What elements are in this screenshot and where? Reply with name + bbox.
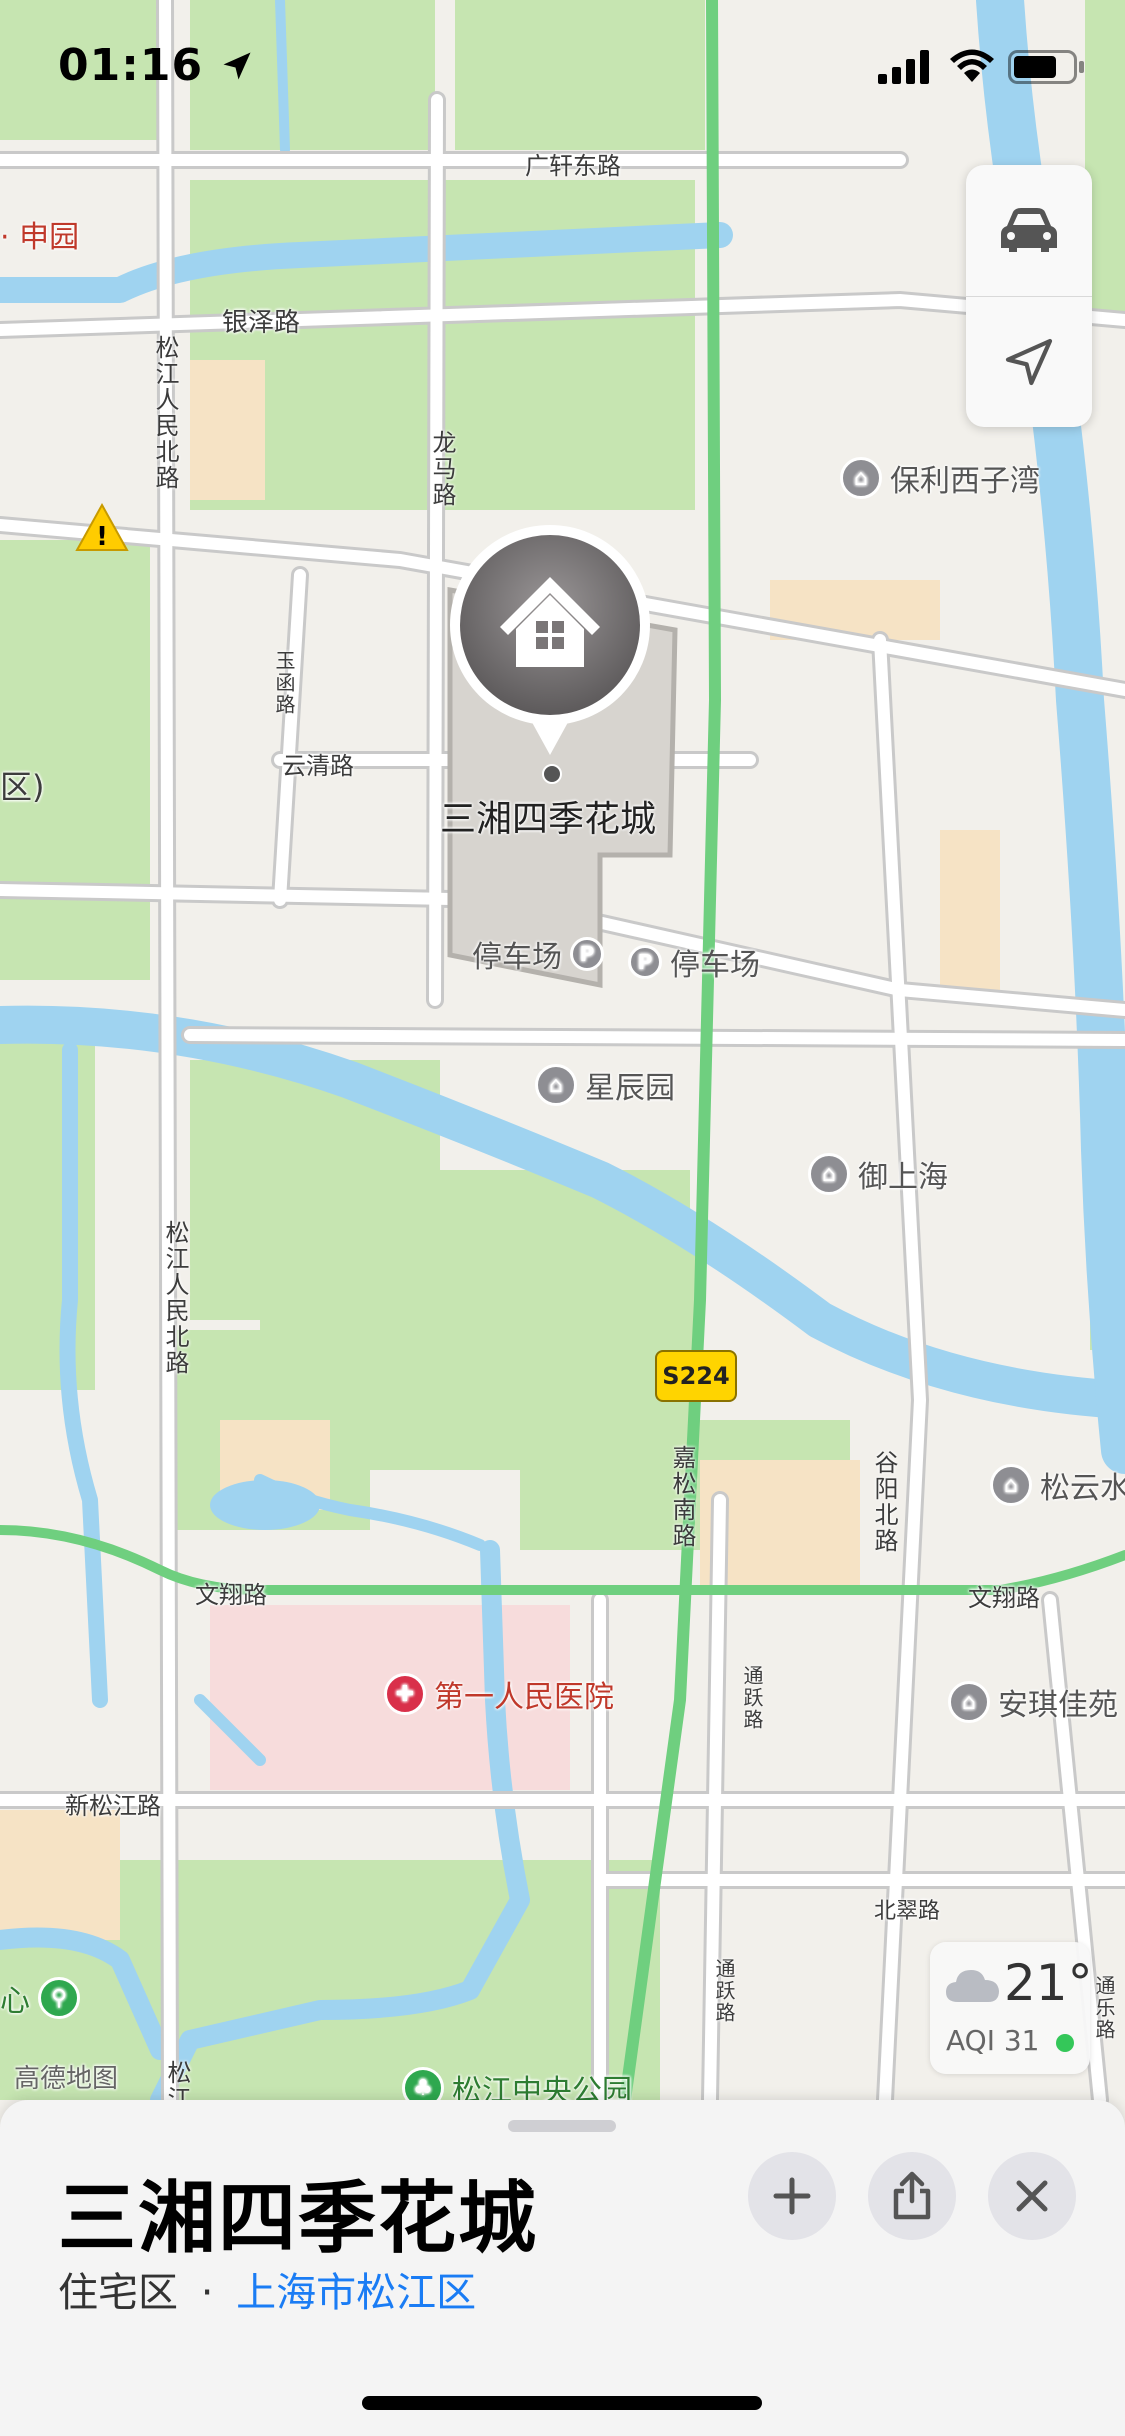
road-label-new-songjiang: 新松江路 xyxy=(65,1792,161,1820)
home-indicator xyxy=(362,2396,762,2410)
road-label-tongyue: 通跃路 xyxy=(740,1665,764,1731)
place-sheet[interactable]: 三湘四季花城 住宅区 · 上海市松江区 xyxy=(0,2100,1125,2436)
road-label-yinze: 银泽路 xyxy=(222,308,301,338)
road-label-guyang-north: 谷阳北路 xyxy=(870,1450,898,1554)
place-subtitle: 住宅区 · 上海市松江区 xyxy=(58,2260,476,2318)
share-button[interactable] xyxy=(868,2152,956,2240)
status-bar: 01:16 xyxy=(0,0,1125,130)
house-icon: ⌂ xyxy=(840,457,882,499)
road-label-songjiang-renmin-north: 松江人民北路 xyxy=(161,1220,189,1376)
place-title: 三湘四季花城 xyxy=(58,2174,539,2264)
road-label-longma: 龙马路 xyxy=(428,430,456,508)
poi-songyun[interactable]: ⌂ 松云水 xyxy=(990,1463,1125,1507)
wifi-icon xyxy=(950,49,994,82)
runner-icon: ⚲ xyxy=(38,1977,80,2019)
pin-shape xyxy=(450,525,650,755)
add-button[interactable] xyxy=(748,2152,836,2240)
cloud-icon xyxy=(946,1970,999,2002)
road-label-wenxiang: 文翔路 xyxy=(968,1584,1040,1612)
svg-text:!: ! xyxy=(96,522,108,552)
poi-xingchen[interactable]: ⌂ 星辰园 xyxy=(535,1063,675,1107)
poi-label: 第一人民医院 xyxy=(434,1680,614,1715)
place-category: 住宅区 xyxy=(58,2270,178,2316)
selected-pin[interactable] xyxy=(450,525,650,775)
house-icon: ⌂ xyxy=(535,1064,577,1106)
place-location-link[interactable]: 上海市松江区 xyxy=(236,2270,476,2316)
poi-label: 松云水 xyxy=(1040,1471,1125,1506)
road-label-beicui: 北翠路 xyxy=(874,1899,941,1924)
transport-mode-button[interactable] xyxy=(966,165,1092,295)
close-icon xyxy=(1016,2180,1048,2212)
poi-label: 停车场 xyxy=(472,940,562,975)
locate-me-button[interactable] xyxy=(966,297,1092,427)
car-icon xyxy=(1001,208,1057,252)
poi-yushanghai[interactable]: ⌂ 御上海 xyxy=(808,1152,948,1196)
poi-poly-xizi[interactable]: ⌂ 保利西子湾 xyxy=(840,456,1040,500)
subtitle-separator: · xyxy=(200,2270,214,2316)
poi-label: 停车场 xyxy=(670,948,760,983)
poi-center-fragment[interactable]: 心 ⚲ xyxy=(0,1976,80,2020)
poi-label: 星辰园 xyxy=(585,1071,675,1106)
sheet-grabber[interactable] xyxy=(508,2120,616,2132)
place-label-district-fragment: 区) xyxy=(0,768,45,806)
poi-parking[interactable]: 停车场 P xyxy=(472,932,604,976)
poi-label: 心 xyxy=(0,1984,30,2019)
selected-pin-label[interactable]: 三湘四季花城 xyxy=(440,790,656,842)
status-time-text: 01:16 xyxy=(58,40,204,91)
place-label-shenyuan-text: 申园 xyxy=(19,220,80,255)
battery-icon xyxy=(1008,50,1084,84)
location-arrow-icon xyxy=(223,52,251,80)
highway-badge: S224 xyxy=(655,1350,737,1402)
house-icon: ⌂ xyxy=(808,1153,850,1195)
map-watermark: 高德地图 xyxy=(14,2064,119,2094)
weather-temperature: 21° xyxy=(1004,1954,1093,2012)
poi-label: 安琪佳苑 xyxy=(998,1688,1118,1723)
poi-label: 保利西子湾 xyxy=(890,464,1040,499)
parking-icon: P xyxy=(628,945,662,979)
hospital-icon: ✚ xyxy=(384,1673,426,1715)
poi-label: 御上海 xyxy=(858,1160,948,1195)
road-label-guangxuan-east: 广轩东路 xyxy=(525,152,621,180)
road-label-wenxiang: 文翔路 xyxy=(195,1581,267,1609)
road-label-tongle: 通乐路 xyxy=(1092,1975,1116,2041)
close-button[interactable] xyxy=(988,2152,1076,2240)
house-icon: ⌂ xyxy=(990,1464,1032,1506)
map-controls xyxy=(966,165,1092,427)
status-time: 01:16 xyxy=(58,40,255,91)
location-arrow-icon xyxy=(1005,338,1053,386)
poi-hospital[interactable]: ✚ 第一人民医院 xyxy=(384,1672,614,1716)
place-label-shenyuan[interactable]: · 申园 xyxy=(0,212,79,256)
poi-anqi[interactable]: ⌂ 安琪佳苑 xyxy=(948,1680,1118,1724)
weather-aqi: AQI 31 xyxy=(946,2024,1040,2057)
road-label-jiasong-south: 嘉松南路 xyxy=(668,1445,696,1549)
road-label-yuhan: 玉函路 xyxy=(272,650,296,716)
weather-widget[interactable]: 21° AQI 31 xyxy=(930,1942,1093,2074)
share-icon xyxy=(893,2171,931,2220)
house-icon: ⌂ xyxy=(948,1681,990,1723)
road-label-songjiang-renmin-north: 松江人民北路 xyxy=(151,335,179,491)
aqi-status-dot xyxy=(1056,2034,1074,2052)
plus-icon xyxy=(773,2177,811,2215)
parking-icon: P xyxy=(570,937,604,971)
road-label-tongyue: 通跃路 xyxy=(712,1958,736,2024)
road-label-yunqing: 云清路 xyxy=(282,752,354,780)
signal-icon xyxy=(878,50,929,84)
poi-parking[interactable]: P 停车场 xyxy=(628,940,760,984)
selected-pin-dot xyxy=(542,764,562,784)
